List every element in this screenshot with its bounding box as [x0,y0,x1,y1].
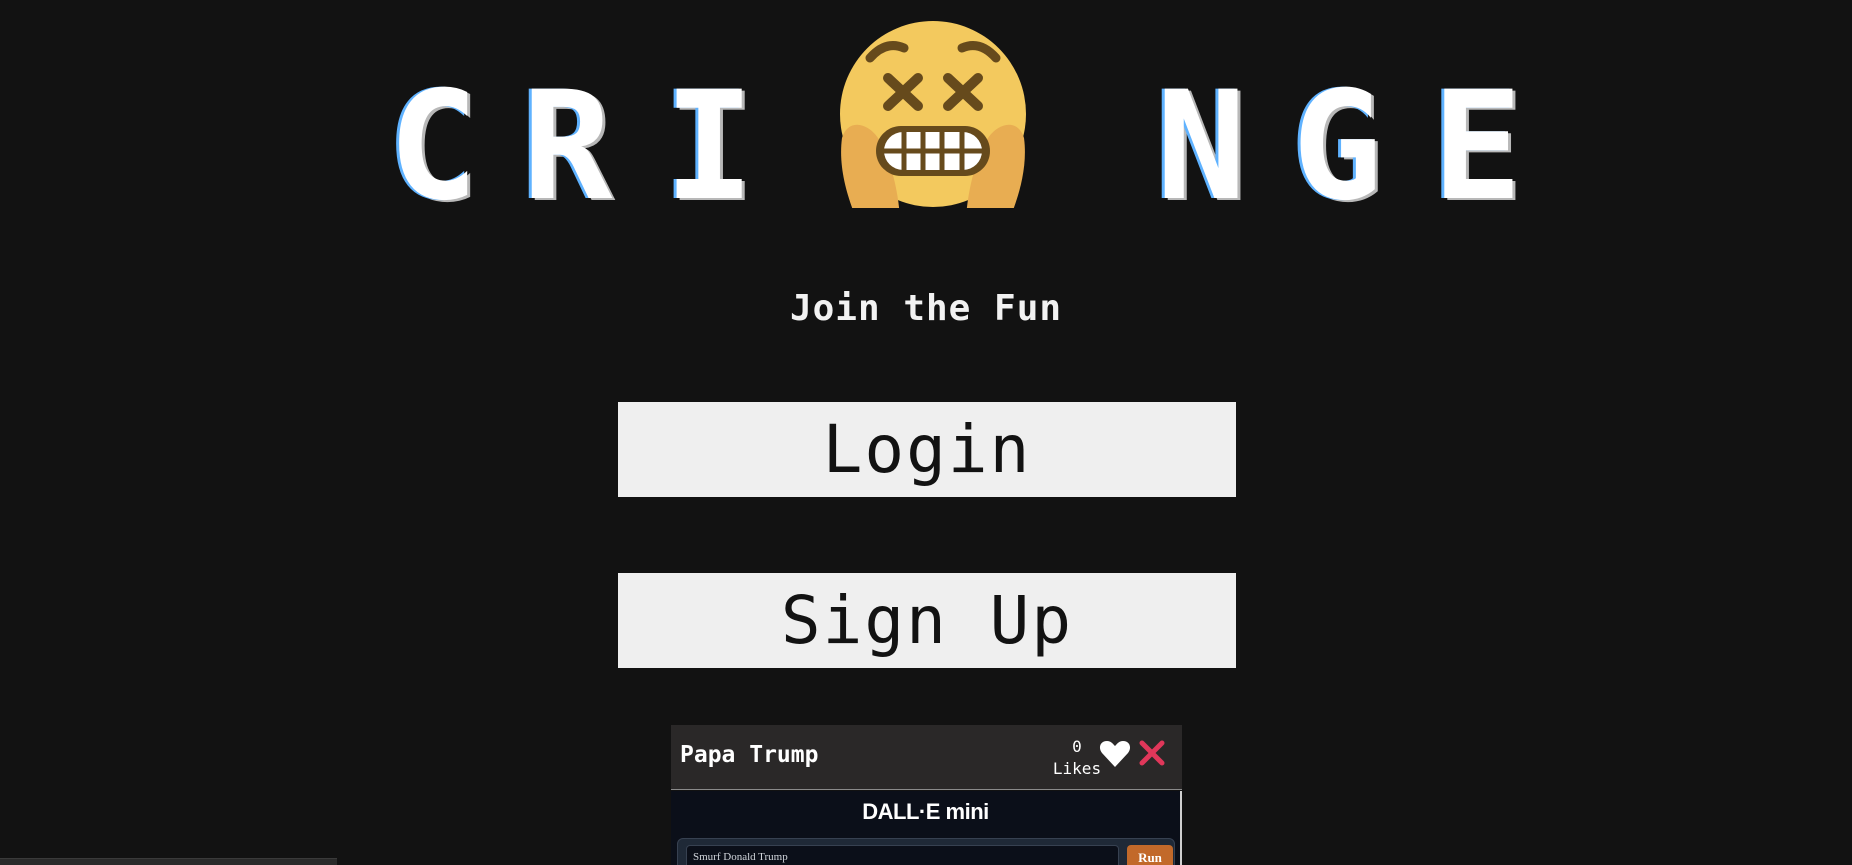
likes-count: 0 [1072,737,1082,756]
title-letter-r: R [522,60,613,234]
prompt-panel: Run [677,838,1175,865]
landing-page: C R I N G E Join the Fun Login Sign Up P… [0,0,1852,865]
title-letter-n: N [1156,60,1247,234]
heart-icon[interactable] [1098,737,1132,771]
site-logo-title: C R I N G E [0,21,1852,234]
title-letter-g: G [1292,60,1383,234]
post-card: Papa Trump 0 Likes DALL·E mini Run [671,725,1182,865]
post-title: Papa Trump [680,742,819,768]
join-subtitle: Join the Fun [789,288,1063,329]
face-screaming-grimace-emoji-icon [838,18,1028,218]
login-button[interactable]: Login [618,402,1236,497]
likes-label: Likes [1052,759,1102,778]
likes-counter: 0 Likes [1051,736,1103,780]
title-letter-c: C [388,60,479,234]
title-letter-e: E [1432,60,1523,234]
embedded-app-frame: DALL·E mini Run [671,791,1182,865]
close-icon[interactable] [1135,736,1169,770]
prompt-input[interactable] [686,845,1119,865]
signup-button[interactable]: Sign Up [618,573,1236,668]
horizontal-scrollbar[interactable] [0,858,337,865]
embedded-app-title: DALL·E mini [862,799,989,824]
post-card-header: Papa Trump 0 Likes [671,725,1182,790]
run-button[interactable]: Run [1127,845,1173,865]
title-letter-i: I [664,60,755,234]
